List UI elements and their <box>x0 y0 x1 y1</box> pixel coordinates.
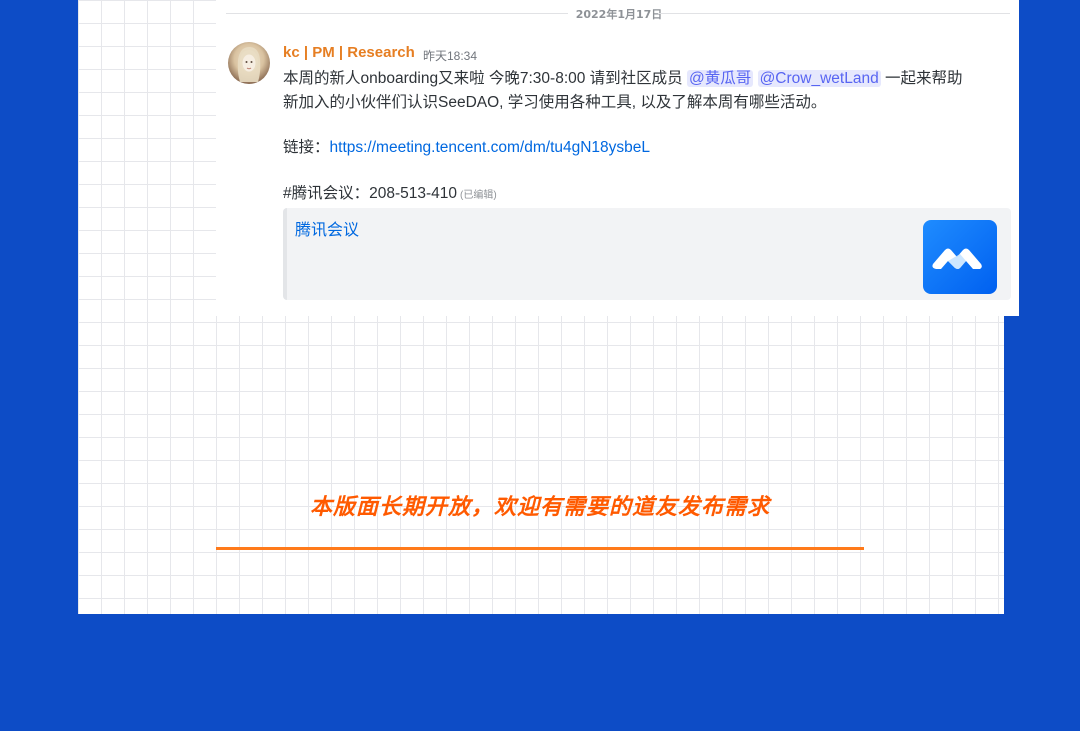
edited-tag: (已编辑) <box>460 190 497 201</box>
date-label: 2022年1月17日 <box>575 8 663 21</box>
notice-underline <box>216 547 864 550</box>
divider-line <box>226 13 568 14</box>
grid-paper-panel: 2022年1月17日 kc | PM | Research 昨天18:34 本周… <box>78 0 1019 614</box>
message-text-tail: 一起来帮助 <box>880 70 963 87</box>
date-divider: 2022年1月17日 <box>226 6 1010 22</box>
divider-line <box>658 13 1010 14</box>
message-line-1: 本周的新人onboarding又来啦 今晚7:30-8:00 请到社区成员 @黄… <box>283 66 963 88</box>
mention-huanggua[interactable]: @黄瓜哥 <box>687 70 754 87</box>
meeting-id-line: #腾讯会议：208-513-410 (已编辑) <box>283 181 497 203</box>
mention-crow-wetland[interactable]: @Crow_wetLand <box>757 70 881 87</box>
embed-title[interactable]: 腾讯会议 <box>295 216 359 240</box>
message-timestamp: 昨天18:34 <box>423 49 478 63</box>
meeting-link[interactable]: https://meeting.tencent.com/dm/tu4gN18ys… <box>330 139 651 156</box>
message-line-2: 新加入的小伙伴们认识SeeDAO, 学习使用各种工具, 以及了解本周有哪些活动。 <box>283 94 827 111</box>
meeting-id-text: #腾讯会议：208-513-410 <box>283 185 458 202</box>
link-label: 链接： <box>283 139 330 156</box>
message-author[interactable]: kc | PM | Research <box>283 44 415 61</box>
link-embed[interactable]: 腾讯会议 <box>283 208 1011 300</box>
message-text: 本周的新人onboarding又来啦 今晚7:30-8:00 请到社区成员 <box>283 70 687 87</box>
chat-screenshot: 2022年1月17日 kc | PM | Research 昨天18:34 本周… <box>216 0 1019 316</box>
tencent-meeting-logo-icon[interactable] <box>923 220 997 294</box>
notice-text: 本版面长期开放，欢迎有需要的道友发布需求 <box>309 495 770 520</box>
message-link-line: 链接：https://meeting.tencent.com/dm/tu4gN1… <box>283 135 650 157</box>
avatar[interactable] <box>228 42 270 84</box>
